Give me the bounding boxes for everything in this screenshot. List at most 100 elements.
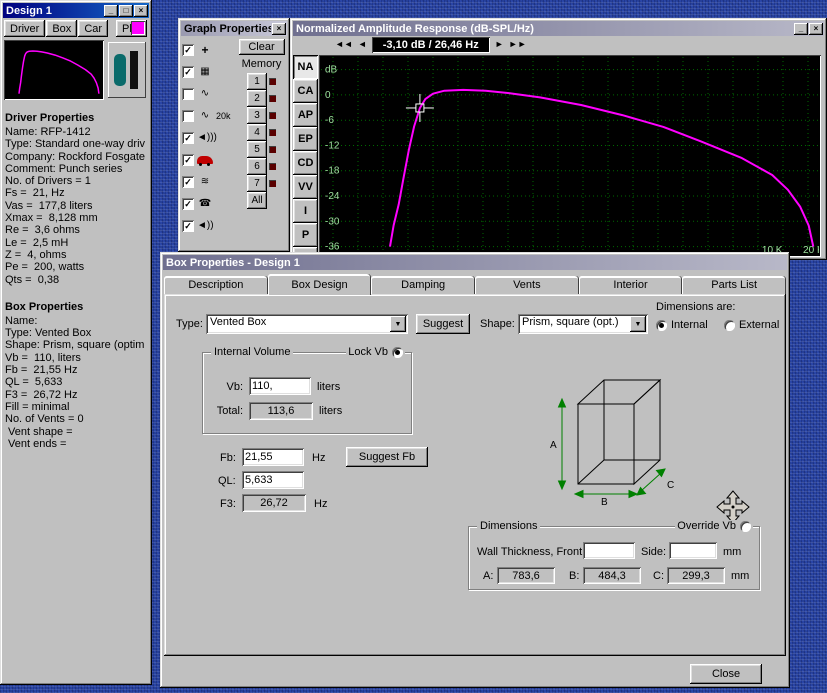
wall-front-input[interactable] xyxy=(583,542,635,559)
memory-button[interactable]: 7 xyxy=(247,175,267,192)
lock-vb-group[interactable]: Lock Vb xyxy=(346,346,405,358)
response-graph[interactable]: dB0-6-12-18-24-30-3610 K20 K xyxy=(319,55,824,257)
graph-properties-titlebar[interactable]: Graph Properties × xyxy=(181,21,287,36)
override-vb-group[interactable]: Override Vb xyxy=(675,520,753,532)
internal-radio-group[interactable]: Internal xyxy=(656,319,708,331)
dimensions-are-label: Dimensions are: xyxy=(656,301,736,313)
cursor-step-forward-fast-icon[interactable]: ►► xyxy=(509,40,527,49)
cursor-step-back-fast-icon[interactable]: ◄◄ xyxy=(335,40,353,49)
minimize-icon[interactable]: _ xyxy=(794,22,808,35)
response-window-titlebar[interactable]: Normalized Amplitude Response (dB-SPL/Hz… xyxy=(293,21,824,36)
graph-type-button[interactable]: I xyxy=(293,199,318,223)
graph-properties-title: Graph Properties xyxy=(184,22,271,35)
chevron-down-icon[interactable]: ▼ xyxy=(390,316,406,332)
room-icon: ≋ xyxy=(200,176,210,187)
graph-type-button[interactable]: NA xyxy=(293,55,318,79)
design-window-titlebar[interactable]: Design 1 _ □ × xyxy=(3,3,149,18)
override-vb-radio[interactable] xyxy=(740,520,751,532)
close-icon[interactable]: × xyxy=(134,4,148,17)
mini-response-plot[interactable] xyxy=(4,40,104,100)
cursor-step-back-icon[interactable]: ◄ xyxy=(358,40,367,49)
graph-toggle-checkbox[interactable]: ✓ xyxy=(182,66,194,78)
design-tab[interactable]: Box xyxy=(46,20,78,37)
svg-text:0: 0 xyxy=(325,90,331,101)
graph-toggle-row: ✓ ◄)) xyxy=(182,215,237,237)
design-tab[interactable]: Driver xyxy=(4,20,46,37)
box-property-line: Vent shape = xyxy=(5,425,76,438)
box-type-dropdown[interactable]: Vented Box ▼ xyxy=(206,314,408,334)
box-dialog-tab[interactable]: Box Design xyxy=(267,274,372,295)
external-radio[interactable] xyxy=(724,319,735,331)
memory-row: 7 xyxy=(247,175,276,192)
graph-type-strip: NACAAPEPCDVVIPGD xyxy=(293,55,319,271)
external-radio-group[interactable]: External xyxy=(724,319,779,331)
memory-button[interactable]: 1 xyxy=(247,73,267,90)
graph-toggle-checkbox[interactable]: ✓ xyxy=(182,110,194,122)
cursor-step-forward-icon[interactable]: ► xyxy=(495,40,504,49)
maximize-icon[interactable]: □ xyxy=(119,4,133,17)
dimension-navigator-icon[interactable] xyxy=(716,490,750,524)
graph-type-button[interactable]: CA xyxy=(293,79,318,103)
fb-input[interactable] xyxy=(242,448,304,466)
close-icon[interactable]: × xyxy=(272,22,286,35)
driver-property-line: Fs = 21, Hz xyxy=(5,187,65,200)
internal-radio-label: Internal xyxy=(671,319,708,331)
memory-button[interactable]: 6 xyxy=(247,158,267,175)
memory-button[interactable]: 5 xyxy=(247,141,267,158)
dim-b-display: 484,3 xyxy=(583,567,641,584)
memory-button[interactable]: 4 xyxy=(247,124,267,141)
internal-volume-legend: Internal Volume xyxy=(211,346,294,358)
check-icon: ✓ xyxy=(184,44,192,55)
grid-icon: ▦ xyxy=(200,66,210,77)
graph-properties-window: Graph Properties × ✓ + ✓ ▦ ∿ ∿ 20k ✓ ◄))… xyxy=(178,18,290,252)
minimize-icon[interactable]: _ xyxy=(104,4,118,17)
box-dialog-tab[interactable]: Damping xyxy=(371,276,476,294)
box-dialog-tab[interactable]: Vents xyxy=(475,276,579,294)
ql-label: QL: xyxy=(218,475,236,487)
graph-type-button[interactable]: P xyxy=(293,223,318,247)
graph-type-button[interactable]: VV xyxy=(293,175,318,199)
suggest-button[interactable]: Suggest xyxy=(416,314,470,334)
graph-toggle-checkbox[interactable]: ✓ xyxy=(182,44,194,56)
box-dialog-titlebar[interactable]: Box Properties - Design 1 xyxy=(163,255,787,270)
graph-toggle-checkbox[interactable]: ✓ xyxy=(182,220,194,232)
graph-toggle-checkbox[interactable]: ✓ xyxy=(182,176,194,188)
lock-vb-radio[interactable] xyxy=(392,346,403,358)
driver-property-line: No. of Drivers = 1 xyxy=(5,175,91,188)
close-icon[interactable]: × xyxy=(809,22,823,35)
plot-color-swatch[interactable] xyxy=(131,21,145,35)
scale-limit-label: 20k xyxy=(216,111,231,121)
graph-toggle-checkbox[interactable]: ✓ xyxy=(182,154,194,166)
close-button[interactable]: Close xyxy=(690,664,762,684)
graph-type-button[interactable]: EP xyxy=(293,127,318,151)
ql-input[interactable] xyxy=(242,471,304,489)
suggest-fb-button[interactable]: Suggest Fb xyxy=(346,447,428,467)
memory-button[interactable]: 3 xyxy=(247,107,267,124)
dim-c-display: 299,3 xyxy=(667,567,725,584)
graph-type-button[interactable]: AP xyxy=(293,103,318,127)
graph-toggle-row: ✓ ≋ xyxy=(182,171,237,193)
driver-properties-heading: Driver Properties xyxy=(5,112,95,124)
graph-toggle-checkbox[interactable]: ✓ xyxy=(182,88,194,100)
dimension-b-letter: B xyxy=(601,497,608,506)
graph-type-button[interactable]: CD xyxy=(293,151,318,175)
graph-toggle-checkbox[interactable]: ✓ xyxy=(182,132,194,144)
memory-button[interactable]: All xyxy=(247,192,267,209)
internal-radio[interactable] xyxy=(656,319,667,331)
vb-input[interactable] xyxy=(249,377,311,395)
design-tab[interactable]: Car xyxy=(78,20,109,37)
driver-property-line: Company: Rockford Fosgate xyxy=(5,150,146,163)
check-icon: ✓ xyxy=(184,220,192,231)
graph-toggle-checkbox[interactable]: ✓ xyxy=(182,198,194,210)
wall-side-input[interactable] xyxy=(669,542,717,559)
box-shape-dropdown[interactable]: Prism, square (opt.) ▼ xyxy=(518,314,648,334)
driver-box-icon[interactable] xyxy=(108,42,146,98)
box-dialog-tab[interactable]: Description xyxy=(164,276,268,294)
box-dialog-tab[interactable]: Interior xyxy=(578,276,683,294)
clear-button[interactable]: Clear xyxy=(238,39,285,55)
memory-button[interactable]: 2 xyxy=(247,90,267,107)
box-dialog-tab[interactable]: Parts List xyxy=(682,276,787,294)
svg-text:dB: dB xyxy=(325,65,338,76)
memory-row: 3 xyxy=(247,107,276,124)
chevron-down-icon[interactable]: ▼ xyxy=(630,316,646,332)
